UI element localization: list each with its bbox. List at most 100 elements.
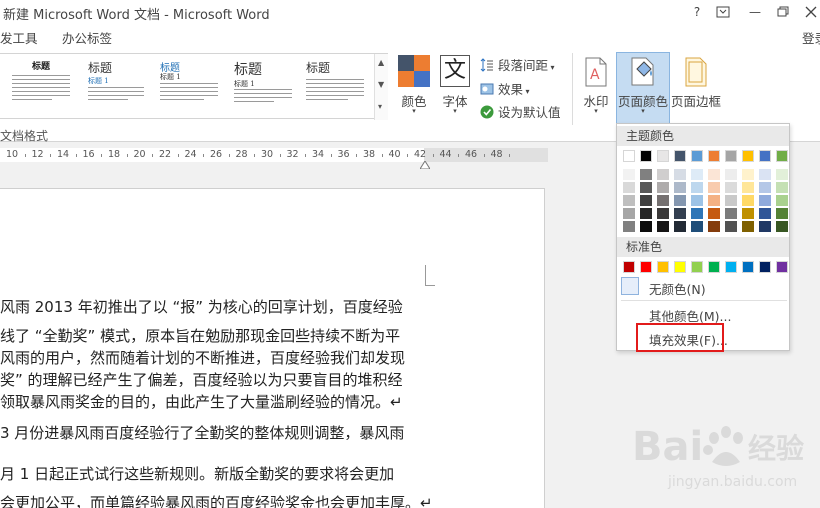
theme-shade-swatch[interactable]	[623, 182, 635, 193]
theme-color-swatch[interactable]	[759, 150, 771, 162]
theme-shade-swatch[interactable]	[759, 195, 771, 206]
theme-shade-swatch[interactable]	[640, 182, 652, 193]
fonts-button[interactable]: 文 字体 ▾	[438, 55, 472, 117]
theme-shade-swatch[interactable]	[759, 208, 771, 219]
gallery-down-icon[interactable]: ▼	[378, 80, 384, 89]
theme-shade-swatch[interactable]	[674, 195, 686, 206]
gallery-more-icon[interactable]: ▾	[378, 102, 382, 111]
theme-shade-swatch[interactable]	[759, 169, 771, 180]
theme-shade-swatch[interactable]	[708, 169, 720, 180]
maximize-button[interactable]	[772, 2, 794, 22]
theme-shade-swatch[interactable]	[623, 169, 635, 180]
theme-shade-swatch[interactable]	[691, 169, 703, 180]
page-color-button[interactable]: 页面颜色 ▾	[616, 52, 670, 128]
standard-color-swatch[interactable]	[640, 261, 652, 273]
effects-button[interactable]: 效果 ▾	[480, 79, 530, 98]
close-button[interactable]	[800, 2, 820, 22]
style-set-gallery[interactable]: 标题 标题 标题 1 标题 标题 1 标题 标题 1 标题 ▲ ▼ ▾	[0, 53, 388, 120]
gallery-up-icon[interactable]: ▲	[378, 58, 384, 67]
right-indent-marker-icon[interactable]	[420, 161, 430, 169]
theme-shade-swatch[interactable]	[776, 169, 788, 180]
theme-shade-swatch[interactable]	[640, 169, 652, 180]
theme-shade-swatch[interactable]	[623, 195, 635, 206]
theme-shade-swatch[interactable]	[674, 182, 686, 193]
style-thumbnail[interactable]: 标题	[8, 57, 74, 115]
theme-shade-swatch[interactable]	[708, 182, 720, 193]
theme-shade-swatch[interactable]	[691, 208, 703, 219]
theme-shade-swatch[interactable]	[759, 221, 771, 232]
theme-shade-swatch[interactable]	[640, 221, 652, 232]
theme-shade-swatch[interactable]	[708, 195, 720, 206]
theme-color-swatch[interactable]	[725, 150, 737, 162]
no-color-option[interactable]: 无颜色(N)	[649, 279, 706, 298]
theme-shade-swatch[interactable]	[657, 195, 669, 206]
tab-office-tab[interactable]: 办公标签	[62, 28, 112, 47]
theme-shade-swatch[interactable]	[674, 208, 686, 219]
theme-shade-swatch[interactable]	[776, 195, 788, 206]
theme-shade-swatch[interactable]	[691, 182, 703, 193]
standard-color-swatch[interactable]	[759, 261, 771, 273]
theme-shade-swatch[interactable]	[657, 182, 669, 193]
theme-shade-swatch[interactable]	[742, 169, 754, 180]
standard-color-swatch[interactable]	[657, 261, 669, 273]
standard-color-swatch[interactable]	[674, 261, 686, 273]
login-link[interactable]: 登录	[802, 28, 820, 47]
standard-color-swatch[interactable]	[742, 261, 754, 273]
style-thumbnail[interactable]: 标题 标题 1	[82, 57, 148, 115]
minimize-button[interactable]: —	[744, 2, 766, 22]
theme-shade-swatch[interactable]	[776, 182, 788, 193]
theme-color-swatch[interactable]	[776, 150, 788, 162]
theme-shade-swatch[interactable]	[725, 195, 737, 206]
theme-shade-swatch[interactable]	[776, 208, 788, 219]
theme-color-swatch[interactable]	[691, 150, 703, 162]
theme-shade-swatch[interactable]	[725, 182, 737, 193]
theme-shade-swatch[interactable]	[640, 195, 652, 206]
theme-shade-swatch[interactable]	[742, 182, 754, 193]
theme-shade-swatch[interactable]	[674, 169, 686, 180]
theme-shade-swatch[interactable]	[691, 195, 703, 206]
theme-shade-swatch[interactable]	[623, 221, 635, 232]
theme-shade-swatch[interactable]	[742, 221, 754, 232]
watermark-button[interactable]: A 水印 ▾	[578, 55, 614, 125]
theme-shade-swatch[interactable]	[776, 221, 788, 232]
style-thumbnail[interactable]: 标题	[302, 57, 368, 115]
theme-shade-swatch[interactable]	[657, 221, 669, 232]
page-borders-button[interactable]: 页面边框	[670, 55, 722, 125]
theme-shade-swatch[interactable]	[708, 208, 720, 219]
theme-shade-swatch[interactable]	[657, 208, 669, 219]
theme-shade-swatch[interactable]	[657, 169, 669, 180]
theme-shade-swatch[interactable]	[674, 221, 686, 232]
theme-color-swatch[interactable]	[657, 150, 669, 162]
standard-color-swatch[interactable]	[708, 261, 720, 273]
theme-shade-swatch[interactable]	[725, 208, 737, 219]
theme-color-swatch[interactable]	[674, 150, 686, 162]
help-button[interactable]: ?	[686, 2, 708, 22]
theme-shade-swatch[interactable]	[742, 195, 754, 206]
standard-color-swatch[interactable]	[691, 261, 703, 273]
theme-shade-swatch[interactable]	[640, 208, 652, 219]
svg-text:jingyan.baidu.com: jingyan.baidu.com	[667, 474, 797, 490]
theme-color-swatch[interactable]	[640, 150, 652, 162]
theme-shade-swatch[interactable]	[708, 221, 720, 232]
theme-shade-swatch[interactable]	[742, 208, 754, 219]
theme-shade-swatch[interactable]	[725, 169, 737, 180]
colors-button[interactable]: 颜色 ▾	[396, 55, 432, 117]
theme-shade-swatch[interactable]	[725, 221, 737, 232]
standard-color-swatch[interactable]	[725, 261, 737, 273]
paragraph-spacing-button[interactable]: 段落间距 ▾	[480, 55, 555, 74]
theme-shade-swatch[interactable]	[623, 208, 635, 219]
ribbon-display-options-button[interactable]	[712, 2, 734, 22]
gallery-scrollbar[interactable]: ▲ ▼ ▾	[374, 54, 388, 120]
theme-color-swatch[interactable]	[742, 150, 754, 162]
theme-shade-swatch[interactable]	[691, 221, 703, 232]
style-thumbnail[interactable]: 标题 标题 1	[230, 57, 296, 115]
document-page[interactable]: 风雨 2013 年初推出了以 “报” 为核心的回享计划，百度经验 线了 “全勤奖…	[0, 188, 545, 508]
standard-color-swatch[interactable]	[776, 261, 788, 273]
standard-color-swatch[interactable]	[623, 261, 635, 273]
tab-developer-tools[interactable]: 发工具	[0, 28, 38, 47]
set-as-default-button[interactable]: 设为默认值	[480, 102, 561, 121]
style-thumbnail[interactable]: 标题 标题 1	[156, 57, 222, 115]
theme-color-swatch[interactable]	[708, 150, 720, 162]
theme-color-swatch[interactable]	[623, 150, 635, 162]
theme-shade-swatch[interactable]	[759, 182, 771, 193]
